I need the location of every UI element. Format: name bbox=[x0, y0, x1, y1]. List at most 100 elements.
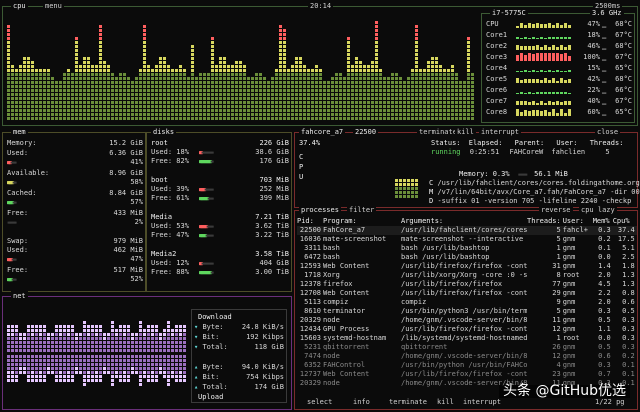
net-graph-cell bbox=[11, 359, 14, 362]
footer-kill-button[interactable]: kill bbox=[435, 397, 456, 407]
process-column-header[interactable]: Pid: bbox=[297, 217, 323, 226]
net-graph-cell bbox=[43, 349, 46, 352]
process-cell: gnm bbox=[562, 298, 576, 306]
process-row[interactable]: 12737 Web Content/usr/lib/firefox/firefox… bbox=[297, 370, 637, 379]
core-spark-bar bbox=[548, 112, 551, 116]
process-column-header[interactable]: Threads: bbox=[527, 217, 563, 226]
net-graph-cell bbox=[99, 341, 102, 344]
process-column-header[interactable]: Arguments: bbox=[401, 217, 527, 226]
cpu-graph-cell bbox=[83, 93, 86, 96]
cpu-graph-cell bbox=[311, 89, 314, 92]
net-graph-cell bbox=[91, 355, 94, 358]
process-cell: qbittorrent bbox=[401, 343, 448, 351]
process-row[interactable]: 1718Xorg/usr/lib/xorg/Xorg -core :0 -sea… bbox=[297, 271, 637, 280]
footer-interrupt-button[interactable]: interrupt bbox=[461, 397, 503, 407]
cpu-graph-cell bbox=[375, 49, 378, 52]
cpu-graph-cell bbox=[267, 105, 270, 108]
process-column-header[interactable]: Program: bbox=[323, 217, 401, 226]
cpu-graph-cell bbox=[375, 93, 378, 96]
process-column-header[interactable]: Mem% bbox=[593, 217, 613, 226]
process-column-header[interactable]: User: bbox=[563, 217, 593, 226]
cpu-graph-cell bbox=[423, 81, 426, 84]
cpu-graph-cell bbox=[387, 85, 390, 88]
net-graph-cell bbox=[127, 341, 130, 344]
kill-button[interactable]: kill bbox=[455, 127, 476, 137]
cpu-graph-cell bbox=[355, 69, 358, 72]
cpu-graph-cell bbox=[359, 105, 362, 108]
net-graph-cell bbox=[103, 349, 106, 352]
process-row[interactable]: 12434 GPU Process/usr/lib/firefox/firefox… bbox=[297, 325, 637, 334]
cpu-graph-cell bbox=[423, 77, 426, 80]
net-graph-cell bbox=[147, 337, 150, 340]
process-row[interactable]: 7474node/home/gnm/.vscode-server/bin/8ba… bbox=[297, 352, 637, 361]
core-spark-bar bbox=[556, 101, 559, 105]
process-row[interactable]: 8610 terminator/usr/bin/python3 /usr/bin/… bbox=[297, 307, 637, 316]
process-row[interactable]: 5231 qbittorrent qbittorrent 26 gnm 0.5 0.3 bbox=[297, 343, 637, 352]
cpu-graph-cell bbox=[411, 105, 414, 108]
footer-select-button[interactable]: select bbox=[305, 397, 335, 407]
filter-button[interactable]: filter bbox=[347, 205, 377, 215]
sort-selector[interactable]: cpu lazy bbox=[579, 205, 617, 215]
core-temp: 67°C bbox=[615, 31, 632, 39]
process-row[interactable]: 6352 FAHControl/usr/bin/python /usr/bin/F… bbox=[297, 361, 637, 370]
cpu-graph-cell bbox=[99, 109, 102, 112]
process-cell: 23 bbox=[552, 370, 561, 378]
cpu-graph-cell bbox=[459, 85, 462, 88]
footer-info-button[interactable]: info bbox=[351, 397, 372, 407]
close-button[interactable]: close bbox=[595, 127, 621, 137]
process-cell: 16036 bbox=[299, 235, 321, 243]
cpu-graph-cell bbox=[127, 93, 130, 96]
cpu-graph-cell bbox=[215, 85, 218, 88]
net-graph-cell bbox=[159, 359, 162, 362]
cpu-graph-cell bbox=[211, 57, 214, 60]
cpu-graph-cell bbox=[355, 117, 358, 120]
process-column-header[interactable]: Cpu% bbox=[613, 217, 637, 226]
cpu-graph-cell bbox=[107, 89, 110, 92]
cpu-graph-cell bbox=[435, 93, 438, 96]
process-row[interactable]: 22500 FahCore_a7/usr/lib/fahclient/cores/… bbox=[297, 226, 637, 235]
interrupt-button[interactable]: interrupt bbox=[479, 127, 521, 137]
process-row[interactable]: 16036 mate-screenshot mate-screenshot --in… bbox=[297, 235, 637, 244]
net-graph-cell bbox=[119, 363, 122, 366]
cpu-graph-cell bbox=[451, 117, 454, 120]
process-cell: gnm bbox=[562, 361, 576, 369]
cpu-graph-cell bbox=[247, 77, 250, 80]
process-row[interactable]: 12593 Web Content/usr/lib/firefox/firefox… bbox=[297, 262, 637, 271]
process-row[interactable]: 12708 Web Content/usr/lib/firefox/firefox… bbox=[297, 289, 637, 298]
net-graph-cell bbox=[147, 367, 150, 370]
process-row[interactable]: 6472 bash bash /usr/lib/bashtop 1 gnm 0.0 2.5 bbox=[297, 253, 637, 262]
process-row[interactable]: 5113 compiz compiz 9 gnm 2.0 0.6 bbox=[297, 298, 637, 307]
cpu-graph-cell bbox=[211, 117, 214, 120]
net-graph-cell bbox=[75, 341, 78, 344]
cpu-graph-cell bbox=[15, 85, 18, 88]
cpu-graph-cell bbox=[119, 73, 122, 76]
core-spark-bar bbox=[564, 37, 567, 39]
cpu-graph-cell bbox=[15, 93, 18, 96]
process-row[interactable]: 3311 bash bash /usr/lib/bashtop 1 gnm 0.1 5.1 bbox=[297, 244, 637, 253]
cpu-graph-cell bbox=[459, 97, 462, 100]
cpu-graph-cell bbox=[227, 93, 230, 96]
process-row[interactable]: 20329node/home/gnm/.vscode-server/bin/8b… bbox=[297, 316, 637, 325]
net-graph-cell bbox=[87, 325, 90, 328]
menu-button[interactable]: menu bbox=[43, 1, 64, 11]
cpu-graph-cell bbox=[471, 77, 474, 80]
process-cell: gnm bbox=[562, 352, 576, 360]
detail-cpu-letter-p: P bbox=[299, 163, 304, 171]
cpu-graph-cell bbox=[327, 113, 330, 116]
cpu-graph-cell bbox=[7, 25, 10, 28]
terminate-button[interactable]: terminate bbox=[417, 127, 459, 137]
cpu-graph-cell bbox=[455, 85, 458, 88]
cpu-graph-cell bbox=[171, 69, 174, 72]
process-row[interactable]: 12378 firefox/usr/lib/firefox/firefox 77 gn… bbox=[297, 280, 637, 289]
cpu-graph-cell bbox=[423, 101, 426, 104]
net-graph-cell bbox=[179, 379, 182, 382]
cpu-graph-cell bbox=[263, 113, 266, 116]
net-graph-cell bbox=[111, 333, 114, 336]
net-graph-cell bbox=[35, 371, 38, 374]
process-row[interactable]: 15603 systemd-hostnam/lib/systemd/systemd… bbox=[297, 334, 637, 343]
footer-terminate-button[interactable]: terminate bbox=[387, 397, 429, 407]
net-graph-cell bbox=[43, 325, 46, 328]
cpu-graph-cell bbox=[111, 89, 114, 92]
cpu-graph-cell bbox=[351, 93, 354, 96]
reverse-button[interactable]: reverse bbox=[539, 205, 573, 215]
